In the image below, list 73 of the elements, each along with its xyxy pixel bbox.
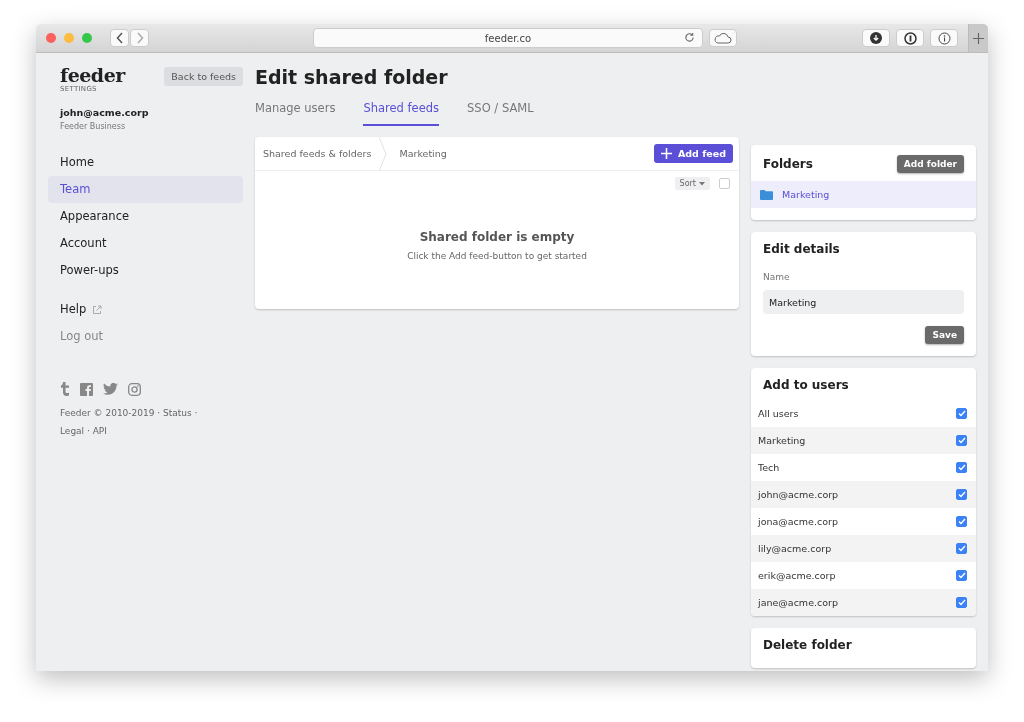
tab[interactable]: Manage users: [255, 101, 336, 126]
external-link-icon: [92, 304, 103, 315]
checkbox[interactable]: [956, 408, 967, 419]
address-bar[interactable]: feeder.co: [313, 28, 703, 48]
checkbox[interactable]: [956, 597, 967, 608]
add-folder-button[interactable]: Add folder: [896, 155, 964, 173]
select-all-checkbox[interactable]: [719, 178, 730, 189]
sort-button[interactable]: Sort: [674, 177, 710, 190]
user-label: jane@acme.corp: [758, 597, 838, 608]
checkbox[interactable]: [956, 462, 967, 473]
folder-icon: [760, 189, 773, 200]
chevron-left-icon: [115, 32, 124, 44]
tab[interactable]: SSO / SAML: [467, 101, 534, 126]
help-link[interactable]: Help: [48, 296, 87, 323]
new-tab-button[interactable]: [968, 24, 988, 52]
footer-text: Feeder © 2010-2019 · Status · Legal · API: [60, 407, 199, 438]
logo: feeder: [60, 65, 125, 85]
caret-icon: [699, 181, 705, 186]
checkbox[interactable]: [956, 516, 967, 527]
breadcrumb-item[interactable]: Marketing: [399, 148, 447, 159]
cloud-icon: [714, 32, 732, 44]
name-input-field[interactable]: Marketing: [763, 290, 964, 314]
back-to-feeds-button[interactable]: Back to feeds: [164, 67, 243, 86]
breadcrumb-item[interactable]: Shared feeds & folders: [263, 148, 372, 159]
chevron-right-icon: [135, 32, 144, 44]
checkbox[interactable]: [956, 543, 967, 554]
empty-state-hint: Click the Add feed-button to get started: [406, 251, 588, 261]
user-label: All users: [758, 408, 799, 419]
facebook-icon[interactable]: [80, 382, 93, 396]
plus-icon: [660, 148, 672, 159]
reload-icon[interactable]: [684, 32, 695, 43]
card-title: Folders: [763, 157, 813, 171]
plan-name: Feeder Business: [59, 122, 127, 131]
page-title: Edit shared folder: [255, 65, 449, 89]
nav-item[interactable]: Account: [48, 230, 243, 257]
plus-icon: [973, 32, 984, 44]
info-icon: [937, 31, 951, 45]
folder-name: Marketing: [782, 189, 830, 200]
download-button[interactable]: [862, 29, 890, 47]
save-button[interactable]: Save: [925, 326, 964, 344]
add-feed-button[interactable]: Add feed: [653, 144, 733, 163]
field-label: Name: [763, 272, 791, 282]
card-title: Delete folder: [763, 638, 852, 652]
log-out-link[interactable]: Log out: [48, 323, 104, 350]
checkbox[interactable]: [956, 570, 967, 581]
user-label: jona@acme.corp: [758, 516, 838, 527]
user-email: john@acme.corp: [58, 107, 150, 118]
key-circle-icon: [903, 31, 917, 45]
tumblr-icon[interactable]: [60, 382, 70, 396]
nav-item[interactable]: Power-ups: [48, 257, 243, 284]
nav-item[interactable]: Home: [48, 149, 243, 176]
card-title: Add to users: [763, 378, 849, 392]
close-button[interactable]: [46, 33, 56, 43]
user-label: lily@acme.corp: [758, 543, 832, 554]
user-label: Marketing: [758, 435, 806, 446]
download-icon: [870, 32, 882, 44]
checkbox[interactable]: [956, 435, 967, 446]
user-label: erik@acme.corp: [758, 570, 836, 581]
user-label: john@acme.corp: [758, 489, 839, 500]
bird-icon[interactable]: [103, 383, 118, 395]
cloud-button[interactable]: [709, 29, 737, 47]
nav-item[interactable]: Appearance: [48, 203, 243, 230]
nav-item[interactable]: Team: [48, 176, 243, 203]
camera-icon[interactable]: [128, 382, 141, 396]
card-title: Edit details: [763, 242, 840, 256]
checkbox[interactable]: [956, 489, 967, 500]
user-label: Tech: [758, 462, 780, 473]
empty-state-title: Shared folder is empty: [418, 230, 576, 244]
back-button[interactable]: [110, 29, 129, 47]
password-button[interactable]: [896, 29, 924, 47]
info-button[interactable]: [930, 29, 958, 47]
tab[interactable]: Shared feeds: [363, 101, 440, 126]
folder-item[interactable]: Marketing: [751, 181, 976, 208]
